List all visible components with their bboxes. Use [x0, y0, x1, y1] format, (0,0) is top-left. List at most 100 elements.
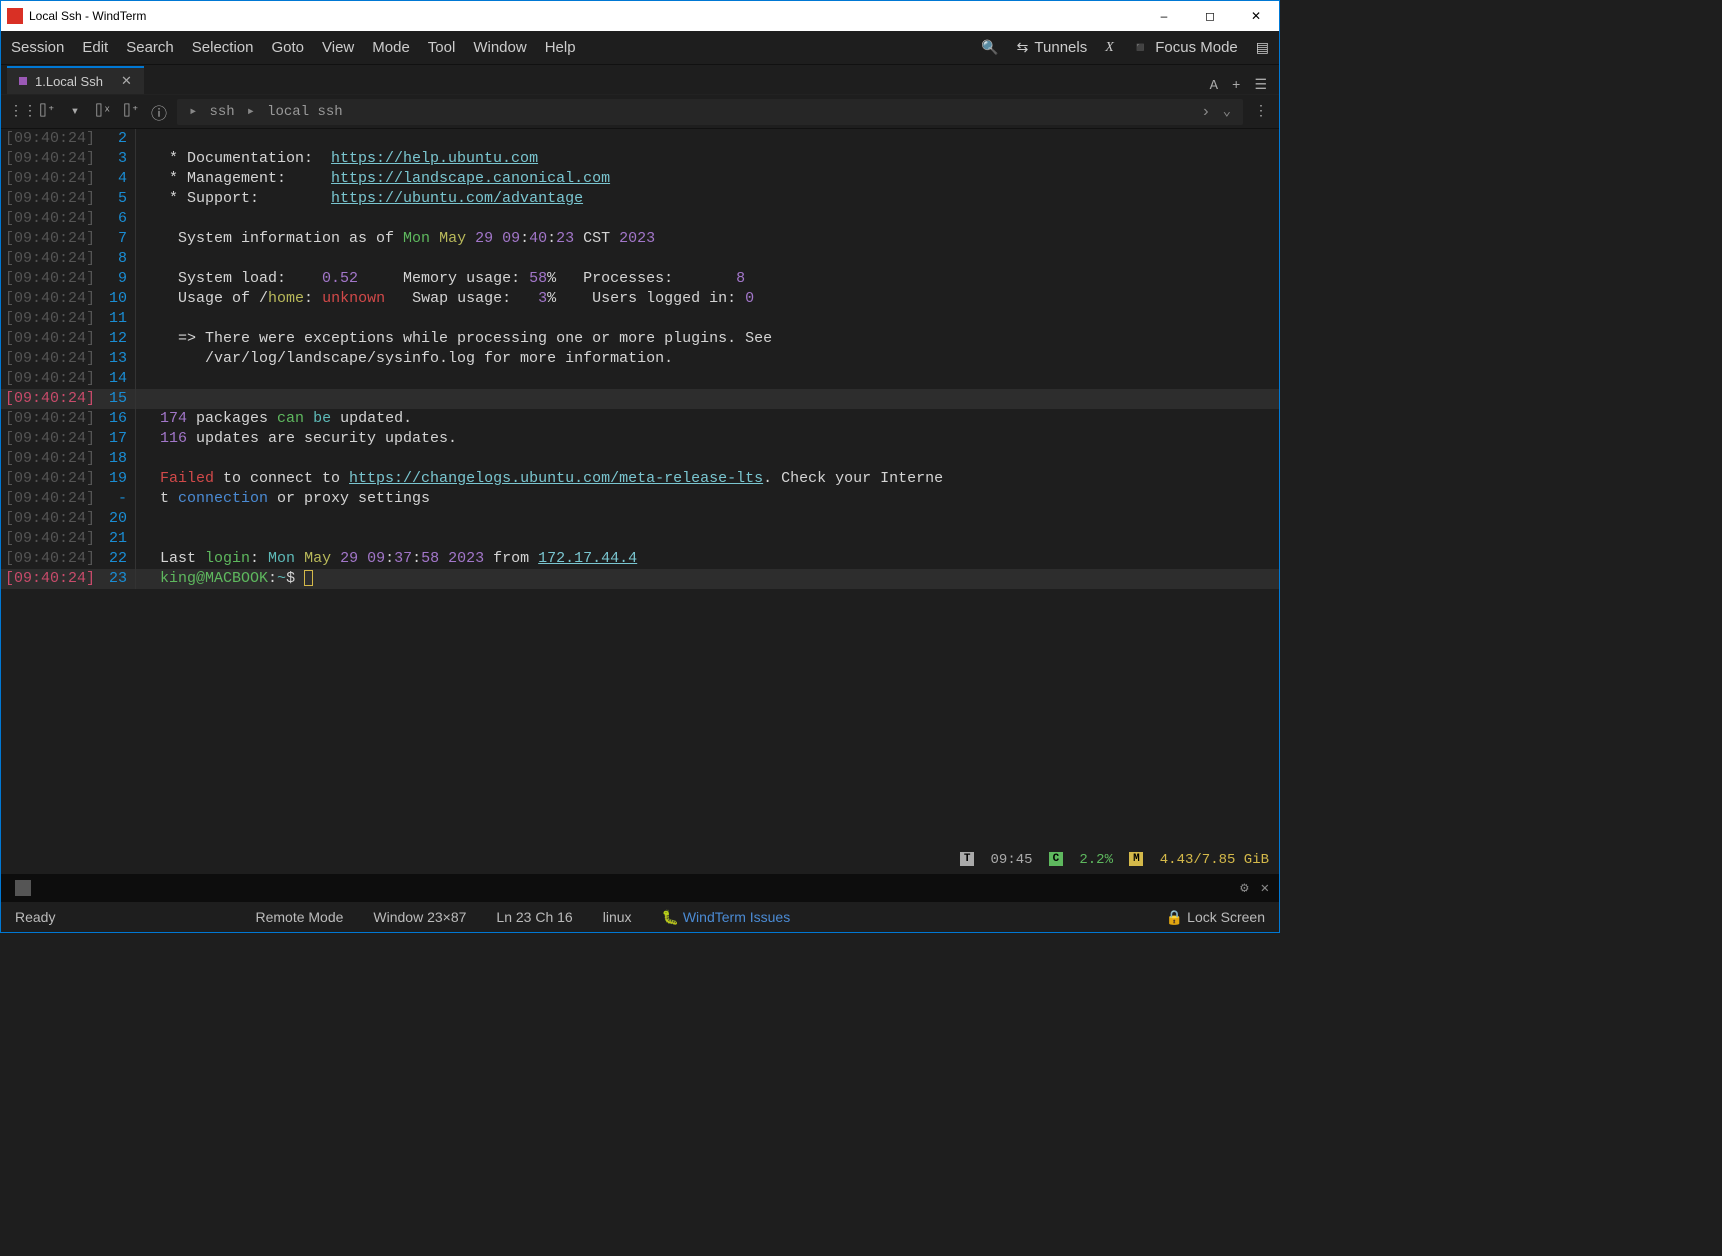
lock-icon: 🔒	[1166, 909, 1183, 925]
gutter-line-number: 15	[96, 389, 136, 409]
tunnels-button[interactable]: ⇆Tunnels	[1017, 39, 1088, 56]
status-window-size[interactable]: Window 23×87	[373, 909, 466, 925]
terminal-row: [09:40:24]12 => There were exceptions wh…	[1, 329, 1279, 349]
menu-edit[interactable]: Edit	[82, 39, 108, 56]
focus-mode-button[interactable]: ◾Focus Mode	[1132, 39, 1238, 56]
search-icon[interactable]: 🔍	[981, 39, 998, 56]
panel-logo-icon	[15, 880, 31, 896]
font-tune-icon[interactable]: A	[1210, 78, 1218, 94]
terminal-row: [09:40:24]3 * Documentation: https://hel…	[1, 149, 1279, 169]
terminal-row: [09:40:24]13 /var/log/landscape/sysinfo.…	[1, 349, 1279, 369]
gutter-line-number: 3	[96, 149, 136, 169]
more-icon[interactable]: ⋮	[1251, 103, 1271, 120]
history-dropdown-icon[interactable]: ⌄	[1223, 103, 1231, 120]
toolbar-dropdown-icon[interactable]: ▾	[65, 103, 85, 120]
terminal-row: [09:40:24]5 * Support: https://ubuntu.co…	[1, 189, 1279, 209]
window-titlebar: Local Ssh - WindTerm – ◻ ✕	[1, 1, 1279, 31]
window-minimize-button[interactable]: –	[1141, 1, 1187, 31]
terminal-row: [09:40:24]22Last login: Mon May 29 09:37…	[1, 549, 1279, 569]
gutter-timestamp: [09:40:24]	[1, 189, 96, 209]
status-cursor-pos[interactable]: Ln 23 Ch 16	[496, 909, 572, 925]
terminal-row: [09:40:24]8	[1, 249, 1279, 269]
sys-time: 09:45	[991, 852, 1033, 868]
gutter-timestamp: [09:40:24]	[1, 169, 96, 189]
terminal-line: System information as of Mon May 29 09:4…	[136, 229, 1279, 249]
menu-help[interactable]: Help	[545, 39, 576, 56]
gutter-timestamp: [09:40:24]	[1, 489, 96, 509]
terminal-line	[136, 389, 1279, 409]
gutter-timestamp: [09:40:24]	[1, 429, 96, 449]
sys-cpu: 2.2%	[1079, 852, 1113, 868]
gutter-timestamp: [09:40:24]	[1, 249, 96, 269]
status-issues[interactable]: 🐛 WindTerm Issues	[662, 909, 791, 926]
panel-gear-icon[interactable]: ⚙	[1240, 880, 1248, 897]
drag-handle-icon[interactable]: ⋮⋮	[9, 103, 29, 120]
gutter-timestamp: [09:40:24]	[1, 449, 96, 469]
breadcrumb-item-local[interactable]: local ssh	[267, 104, 343, 120]
gutter-line-number: 7	[96, 229, 136, 249]
gutter-line-number: 2	[96, 129, 136, 149]
terminal-line	[136, 509, 1279, 529]
menu-session[interactable]: Session	[11, 39, 64, 56]
menu-goto[interactable]: Goto	[271, 39, 304, 56]
status-remote-mode[interactable]: Remote Mode	[255, 909, 343, 925]
window-close-button[interactable]: ✕	[1233, 1, 1279, 31]
terminal-line: 174 packages can be updated.	[136, 409, 1279, 429]
forward-icon[interactable]: ›	[1201, 103, 1211, 121]
menu-mode[interactable]: Mode	[372, 39, 410, 56]
panel-header-bar: ⚙ ✕	[1, 874, 1279, 902]
lock-screen-button[interactable]: 🔒Lock Screen	[1166, 909, 1265, 926]
terminal-line	[136, 309, 1279, 329]
terminal-row: [09:40:24]2	[1, 129, 1279, 149]
toolbar: ⋮⋮ ⌷⁺ ▾ ⌷ˣ ⌷⁺ ⓘ ▸ ssh ▸ local ssh › ⌄ ⋮	[1, 95, 1279, 129]
menu-search[interactable]: Search	[126, 39, 174, 56]
tab-strip: 1.Local Ssh ✕ A + ☰	[1, 65, 1279, 95]
gutter-timestamp: [09:40:24]	[1, 349, 96, 369]
terminal-line: king@MACBOOK:~$	[136, 569, 1279, 589]
terminal-line: /var/log/landscape/sysinfo.log for more …	[136, 349, 1279, 369]
gutter-line-number: 5	[96, 189, 136, 209]
window-title: Local Ssh - WindTerm	[29, 9, 146, 23]
terminal-row: [09:40:24]16174 packages can be updated.	[1, 409, 1279, 429]
x-icon[interactable]: X	[1105, 40, 1114, 56]
info-icon[interactable]: ⓘ	[149, 100, 169, 124]
gutter-line-number: 6	[96, 209, 136, 229]
gutter-line-number: 4	[96, 169, 136, 189]
window-maximize-button[interactable]: ◻	[1187, 1, 1233, 31]
tab-label: 1.Local Ssh	[35, 74, 103, 89]
panel-close-icon[interactable]: ✕	[1261, 880, 1269, 897]
gutter-line-number: 14	[96, 369, 136, 389]
gutter-timestamp: [09:40:24]	[1, 529, 96, 549]
terminal-row: [09:40:24]9 System load: 0.52 Memory usa…	[1, 269, 1279, 289]
gutter-timestamp: [09:40:24]	[1, 329, 96, 349]
menu-window[interactable]: Window	[473, 39, 526, 56]
status-ready: Ready	[15, 909, 55, 925]
terminal-row: [09:40:24]10 Usage of /home: unknown Swa…	[1, 289, 1279, 309]
gutter-timestamp: [09:40:24]	[1, 569, 96, 589]
tab-local-ssh[interactable]: 1.Local Ssh ✕	[7, 66, 144, 94]
gutter-timestamp: [09:40:24]	[1, 409, 96, 429]
terminal-row: [09:40:24]14	[1, 369, 1279, 389]
duplicate-session-icon[interactable]: ⌷⁺	[121, 103, 141, 120]
gutter-line-number: 13	[96, 349, 136, 369]
bug-icon: 🐛	[662, 909, 679, 925]
new-session-icon[interactable]: ⌷⁺	[37, 103, 57, 120]
menu-tool[interactable]: Tool	[428, 39, 456, 56]
terminal[interactable]: [09:40:24]2[09:40:24]3 * Documentation: …	[1, 129, 1279, 852]
terminal-line: System load: 0.52 Memory usage: 58% Proc…	[136, 269, 1279, 289]
menu-view[interactable]: View	[322, 39, 354, 56]
menubar: Session Edit Search Selection Goto View …	[1, 31, 1279, 65]
tab-list-icon[interactable]: ☰	[1254, 77, 1267, 94]
gutter-timestamp: [09:40:24]	[1, 309, 96, 329]
layout-icon[interactable]: ▤	[1256, 39, 1269, 56]
close-session-icon[interactable]: ⌷ˣ	[93, 103, 113, 120]
new-tab-icon[interactable]: +	[1232, 78, 1240, 94]
tab-close-icon[interactable]: ✕	[121, 73, 132, 89]
breadcrumb-item-ssh[interactable]: ssh	[209, 104, 234, 120]
terminal-line: * Management: https://landscape.canonica…	[136, 169, 1279, 189]
gutter-timestamp: [09:40:24]	[1, 269, 96, 289]
gutter-timestamp: [09:40:24]	[1, 209, 96, 229]
terminal-row: [09:40:24]19Failed to connect to https:/…	[1, 469, 1279, 489]
play-icon[interactable]: ▸	[189, 103, 197, 120]
menu-selection[interactable]: Selection	[192, 39, 254, 56]
